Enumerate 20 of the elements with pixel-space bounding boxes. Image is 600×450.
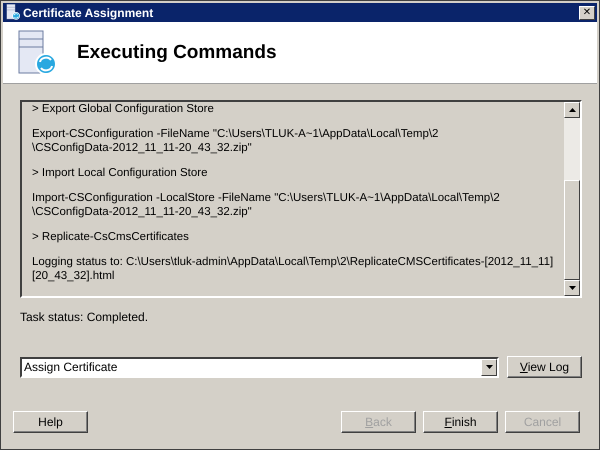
log-entry: > Export Global Configuration Store: [32, 102, 215, 116]
log-entry: Export-CSConfiguration -FileName "C:\Users\TLUK-A~1\AppData\Local\Temp\2 \CSConfigData-2012_11_11-20_43_32.zip": [32, 127, 440, 155]
log-entry: Import-CSConfiguration -LocalStore -FileName "C:\Users\TLUK-A~1\AppData\Local\Temp\2 \CSConfigData-2012_11_11-20_43_32.zip": [32, 191, 501, 219]
view-log-button[interactable]: View Log: [507, 356, 582, 378]
log-entry: > Import Local Configuration Store: [32, 166, 208, 180]
log-entry: > Replicate-CsCmsCertificates: [32, 230, 190, 244]
log-entry: Logging status to: C:\Users\tluk-admin\AppData\Local\Temp\2\ReplicateCMSCertificates-[2012_11_11] [20_43_32].html: [32, 255, 554, 283]
task-status: Task status: Completed.: [20, 310, 150, 324]
dialog-button[interactable]: Finish: [423, 411, 498, 433]
window-title: Certificate Assignment: [23, 6, 154, 20]
dropdown-arrow-icon: [486, 365, 492, 369]
server-sync-icon: [6, 4, 20, 21]
dialog-button[interactable]: Help: [13, 411, 88, 433]
task-dropdown[interactable]: Assign Certificate: [20, 356, 499, 378]
scroll-down-icon: [568, 286, 576, 290]
scroll-up-icon: [568, 108, 576, 112]
close-button[interactable]: ✕: [579, 6, 595, 20]
server-sync-icon: [17, 30, 57, 76]
page-title: Executing Commands: [77, 42, 277, 64]
scrollbar[interactable]: [564, 102, 580, 296]
